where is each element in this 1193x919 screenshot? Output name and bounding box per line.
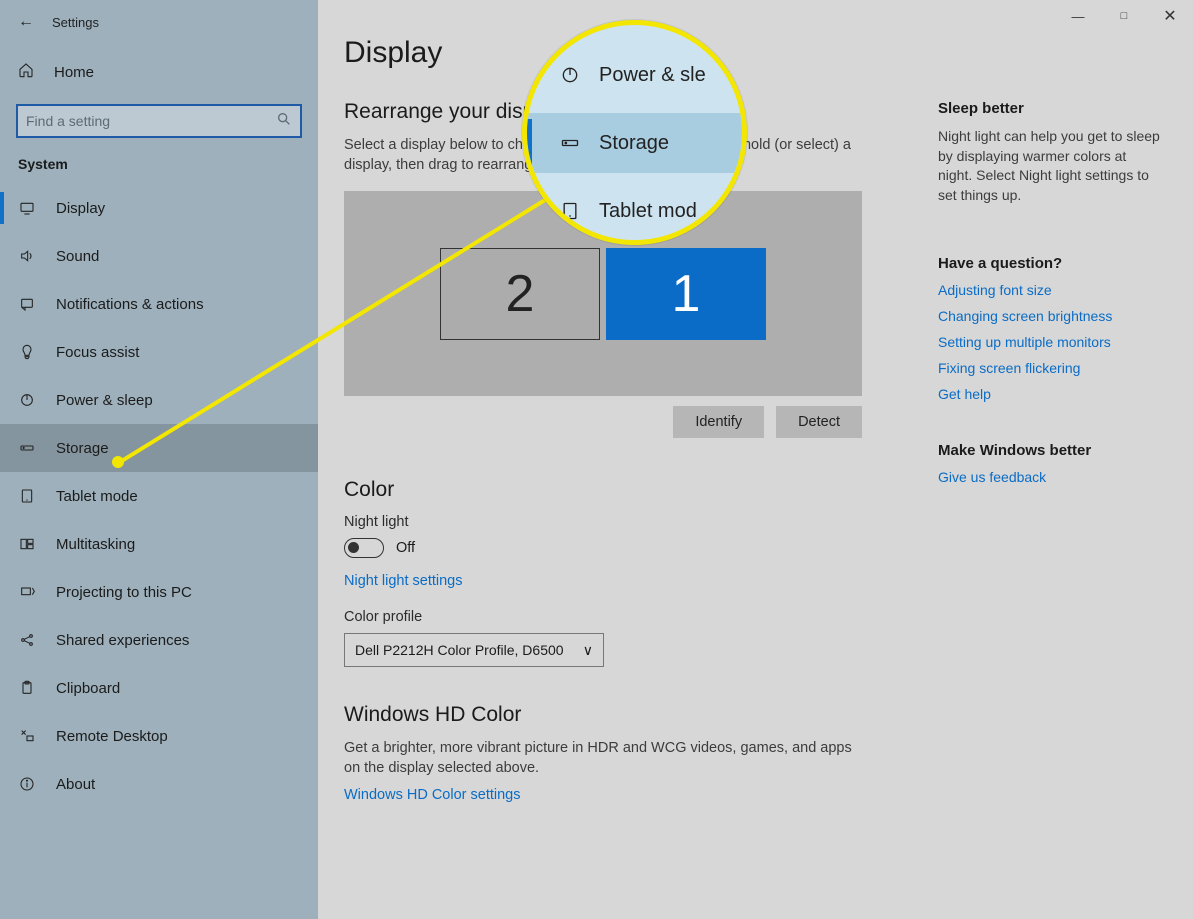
power-icon	[18, 392, 36, 408]
sidebar-home-label: Home	[54, 64, 94, 81]
help-link[interactable]: Setting up multiple monitors	[938, 334, 1163, 350]
notifications-icon	[18, 296, 36, 312]
sidebar-item-storage[interactable]: Storage	[0, 424, 318, 472]
toggle-state: Off	[396, 540, 415, 556]
sleep-better-body: Night light can help you get to sleep by…	[938, 127, 1163, 205]
sidebar-item-power-sleep[interactable]: Power & sleep	[0, 376, 318, 424]
sidebar-item-sound[interactable]: Sound	[0, 232, 318, 280]
display-icon	[18, 200, 36, 216]
question-title: Have a question?	[938, 255, 1163, 272]
window-controls: — □ ✕	[1055, 0, 1193, 32]
identify-button[interactable]: Identify	[673, 406, 764, 438]
sidebar-item-label: Storage	[56, 440, 109, 457]
right-panel: Sleep better Night light can help you ge…	[938, 100, 1163, 495]
night-light-label: Night light	[344, 514, 1167, 530]
about-icon	[18, 776, 36, 792]
main-content: Display Rearrange your displays Select a…	[318, 0, 1193, 919]
back-icon[interactable]: ←	[18, 13, 34, 31]
search-icon	[276, 111, 292, 132]
monitor-2[interactable]: 2	[440, 248, 600, 340]
projecting-icon	[18, 584, 36, 600]
sidebar-item-label: Remote Desktop	[56, 728, 168, 745]
color-profile-label: Color profile	[344, 609, 1167, 625]
maximize-button[interactable]: □	[1101, 0, 1147, 32]
close-button[interactable]: ✕	[1147, 0, 1193, 32]
feedback-title: Make Windows better	[938, 442, 1163, 459]
tablet-icon	[18, 488, 36, 504]
hd-color-desc: Get a brighter, more vibrant picture in …	[344, 739, 864, 778]
sidebar-item-remote-desktop[interactable]: Remote Desktop	[0, 712, 318, 760]
sidebar-item-label: Focus assist	[56, 344, 139, 361]
detect-button[interactable]: Detect	[776, 406, 862, 438]
color-profile-value: Dell P2212H Color Profile, D6500	[355, 642, 564, 658]
page-title: Display	[344, 36, 1167, 70]
sidebar-item-label: Tablet mode	[56, 488, 138, 505]
monitor-1[interactable]: 1	[606, 248, 766, 340]
focus-assist-icon	[18, 344, 36, 360]
search-input[interactable]	[26, 113, 276, 129]
sleep-better-title: Sleep better	[938, 100, 1163, 117]
sidebar-item-label: Display	[56, 200, 105, 217]
sidebar-item-focus-assist[interactable]: Focus assist	[0, 328, 318, 376]
hd-color-heading: Windows HD Color	[344, 703, 1167, 727]
hd-color-settings-link[interactable]: Windows HD Color settings	[344, 787, 520, 803]
sidebar-item-projecting[interactable]: Projecting to this PC	[0, 568, 318, 616]
sidebar-item-display[interactable]: Display	[0, 184, 318, 232]
sidebar-item-notifications[interactable]: Notifications & actions	[0, 280, 318, 328]
minimize-button[interactable]: —	[1055, 0, 1101, 32]
sidebar-home[interactable]: Home	[0, 50, 318, 94]
titlebar-left: ← Settings	[0, 0, 318, 44]
sidebar-item-label: About	[56, 776, 95, 793]
help-link[interactable]: Changing screen brightness	[938, 308, 1163, 324]
night-light-settings-link[interactable]: Night light settings	[344, 573, 462, 589]
sidebar-item-about[interactable]: About	[0, 760, 318, 808]
multitasking-icon	[18, 536, 36, 552]
feedback-link[interactable]: Give us feedback	[938, 469, 1163, 485]
sidebar-item-label: Multitasking	[56, 536, 135, 553]
sidebar-item-label: Notifications & actions	[56, 296, 204, 313]
help-link[interactable]: Get help	[938, 386, 1163, 402]
sidebar-item-label: Projecting to this PC	[56, 584, 192, 601]
sidebar-item-label: Sound	[56, 248, 99, 265]
window-title: Settings	[52, 15, 99, 30]
sidebar-item-clipboard[interactable]: Clipboard	[0, 664, 318, 712]
sidebar-item-shared-experiences[interactable]: Shared experiences	[0, 616, 318, 664]
help-link[interactable]: Fixing screen flickering	[938, 360, 1163, 376]
night-light-toggle[interactable]	[344, 538, 384, 558]
sidebar-item-label: Clipboard	[56, 680, 120, 697]
sidebar-item-multitasking[interactable]: Multitasking	[0, 520, 318, 568]
sidebar-section-label: System	[0, 152, 318, 184]
color-profile-select[interactable]: Dell P2212H Color Profile, D6500 ∨	[344, 633, 604, 667]
rearrange-desc: Select a display below to change the set…	[344, 136, 864, 175]
clipboard-icon	[18, 680, 36, 696]
shared-icon	[18, 632, 36, 648]
help-link[interactable]: Adjusting font size	[938, 282, 1163, 298]
sidebar-item-label: Power & sleep	[56, 392, 153, 409]
chevron-down-icon: ∨	[583, 642, 593, 659]
sidebar-item-tablet-mode[interactable]: Tablet mode	[0, 472, 318, 520]
remote-desktop-icon	[18, 728, 36, 744]
search-box[interactable]	[16, 104, 302, 138]
display-arrangement[interactable]: 2 1	[344, 191, 862, 396]
sound-icon	[18, 248, 36, 264]
sidebar-item-label: Shared experiences	[56, 632, 189, 649]
storage-icon	[18, 440, 36, 456]
sidebar: ← Settings Home System Display Sound Not…	[0, 0, 318, 919]
home-icon	[18, 62, 34, 82]
